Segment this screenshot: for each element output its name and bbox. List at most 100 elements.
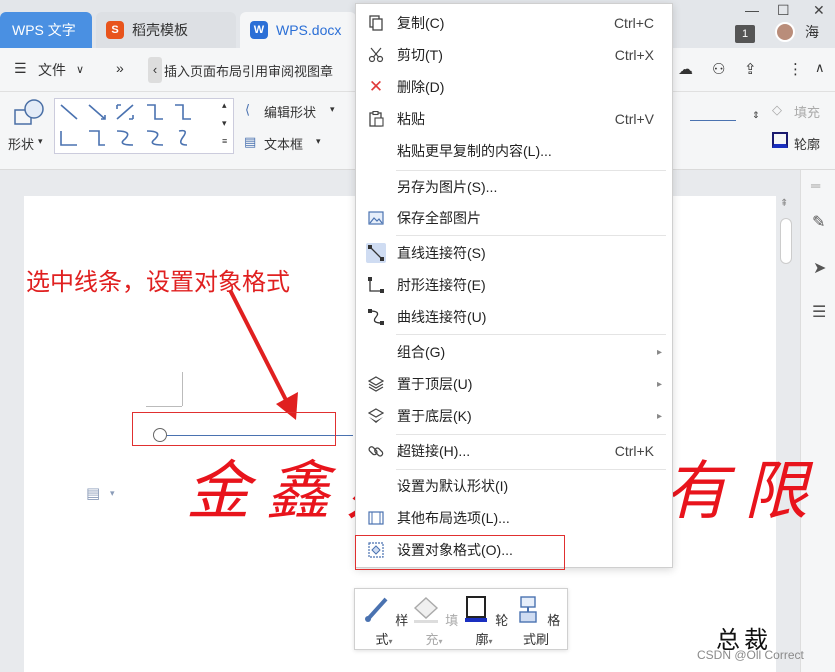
menu-item-save-all-images[interactable]: 保存全部图片 bbox=[356, 203, 672, 233]
outline-button[interactable]: 轮廓▾ bbox=[459, 593, 509, 647]
layout-icon bbox=[366, 508, 386, 528]
shape-label[interactable]: 形状 bbox=[8, 134, 34, 153]
tab-template[interactable]: S 稻壳模板 bbox=[96, 12, 236, 48]
format-painter-icon bbox=[518, 596, 537, 623]
copy-icon bbox=[366, 13, 386, 33]
shape-icon[interactable] bbox=[12, 98, 46, 128]
menu-item-cut[interactable]: 剪切(T) Ctrl+X bbox=[356, 40, 672, 70]
connector-shapes-icon bbox=[60, 104, 191, 146]
menu-divider bbox=[396, 469, 666, 470]
menu-item-label: 置于底层(K) bbox=[397, 408, 472, 424]
maximize-icon[interactable]: ☐ bbox=[777, 2, 790, 19]
menu-item-curve-connector[interactable]: 曲线连接符(U) bbox=[356, 302, 672, 332]
share-icon[interactable]: ⇪ bbox=[744, 60, 757, 78]
ribbon-tabs-text[interactable]: 插入页面布局引用审阅视图章 bbox=[164, 61, 333, 80]
menu-item-straight-connector[interactable]: 直线连接符(S) bbox=[356, 238, 672, 268]
line-style-preview[interactable] bbox=[690, 120, 736, 121]
gallery-expand-icon[interactable]: ≡ bbox=[222, 136, 227, 146]
edit-shape-dropdown-icon[interactable]: ▾ bbox=[330, 104, 335, 115]
settings-sliders-icon[interactable]: ☰ bbox=[812, 302, 826, 322]
fill-button[interactable]: 填充 bbox=[794, 102, 820, 121]
menu-item-send-to-back[interactable]: 置于底层(K) ▸ bbox=[356, 401, 672, 431]
file-menu[interactable]: 文件 bbox=[38, 60, 66, 80]
menu-divider bbox=[396, 334, 666, 335]
scroll-thumb[interactable] bbox=[780, 218, 792, 264]
line-style-dropdown-icon[interactable]: ⇕ bbox=[752, 110, 760, 121]
ribbon-tab-strip[interactable]: ‹ 插入页面布局引用审阅视图章 bbox=[148, 56, 333, 84]
menu-item-label: 剪切(T) bbox=[397, 47, 443, 63]
menu-item-bring-to-front[interactable]: 置于顶层(U) ▸ bbox=[356, 369, 672, 399]
fill-bucket-icon bbox=[413, 597, 438, 623]
edit-shape-button[interactable]: 编辑形状 bbox=[264, 102, 316, 121]
menu-item-label: 设置为默认形状(I) bbox=[397, 478, 509, 494]
straight-connector-icon bbox=[366, 243, 386, 263]
cloud-icon[interactable]: ☁ bbox=[678, 60, 693, 78]
bring-front-icon bbox=[366, 374, 386, 394]
tab-document[interactable]: W WPS.docx bbox=[240, 12, 356, 48]
panel-collapse-icon[interactable]: ═ bbox=[811, 178, 820, 193]
submenu-arrow-icon: ▸ bbox=[656, 378, 662, 390]
watermark: CSDN @Oll Correct bbox=[697, 648, 804, 662]
cursor-icon[interactable]: ➤ bbox=[813, 258, 826, 278]
menu-item-label: 其他布局选项(L)... bbox=[397, 510, 510, 526]
close-icon[interactable]: ✕ bbox=[813, 2, 825, 19]
cut-icon bbox=[366, 45, 386, 65]
menu-item-shortcut: Ctrl+K bbox=[614, 443, 654, 459]
menu-item-group[interactable]: 组合(G) ▸ bbox=[356, 337, 672, 367]
brush-style-icon bbox=[364, 597, 388, 622]
collapse-icon[interactable]: ∧ bbox=[815, 60, 825, 76]
paragraph-icon[interactable]: ▤ bbox=[86, 484, 100, 502]
textbox-dropdown-icon[interactable]: ▾ bbox=[316, 136, 321, 147]
add-user-icon[interactable]: ⚇ bbox=[712, 60, 725, 78]
menu-item-save-as-image[interactable]: 另存为图片(S)... bbox=[356, 172, 672, 202]
style-button[interactable]: 样式▾ bbox=[359, 593, 409, 647]
scroll-up-icon[interactable]: ⇞ bbox=[780, 198, 788, 209]
tab-wps-writer[interactable]: WPS 文字 bbox=[0, 12, 92, 48]
paste-icon bbox=[366, 109, 386, 129]
menu-item-elbow-connector[interactable]: 肘形连接符(E) bbox=[356, 270, 672, 300]
window-count-badge[interactable]: 1 bbox=[735, 25, 755, 43]
edit-shape-icon: ⟨ bbox=[245, 102, 251, 117]
more-vertical-icon[interactable]: ⋮ bbox=[788, 60, 803, 78]
format-painter-button[interactable]: 格式刷 bbox=[511, 593, 561, 647]
submenu-arrow-icon: ▸ bbox=[656, 346, 662, 358]
menu-item-delete[interactable]: ✕ 删除(D) bbox=[356, 72, 672, 102]
menu-item-set-default-shape[interactable]: 设置为默认形状(I) bbox=[356, 471, 672, 501]
more-icon[interactable]: » bbox=[116, 60, 124, 76]
menu-item-hyperlink[interactable]: 超链接(H)... Ctrl+K bbox=[356, 436, 672, 466]
send-back-icon bbox=[366, 406, 386, 426]
scroll-left-icon[interactable]: ‹ bbox=[148, 57, 162, 83]
paragraph-dropdown-icon[interactable]: ▾ bbox=[110, 488, 115, 499]
textbox-button[interactable]: 文本框 bbox=[264, 134, 303, 153]
menu-item-label: 保存全部图片 bbox=[397, 210, 481, 226]
shape-dropdown-icon[interactable]: ▾ bbox=[38, 136, 43, 147]
minimize-icon[interactable]: — bbox=[745, 2, 759, 18]
hamburger-icon[interactable]: ☰ bbox=[14, 60, 27, 77]
tab-label: WPS.docx bbox=[276, 22, 342, 38]
template-icon: S bbox=[106, 21, 124, 39]
menu-item-label: 组合(G) bbox=[397, 344, 446, 360]
connector-gallery[interactable] bbox=[54, 98, 234, 154]
menu-item-label: 曲线连接符(U) bbox=[397, 309, 487, 325]
avatar[interactable] bbox=[775, 22, 795, 42]
menu-item-paste-earlier[interactable]: 粘贴更早复制的内容(L)... bbox=[356, 136, 672, 166]
annotation-arrow-icon bbox=[228, 289, 298, 420]
menu-item-label: 复制(C) bbox=[397, 15, 445, 31]
menu-item-label: 粘贴 bbox=[397, 111, 425, 127]
menu-item-copy[interactable]: 复制(C) Ctrl+C bbox=[356, 8, 672, 38]
menu-item-paste[interactable]: 粘贴 Ctrl+V bbox=[356, 104, 672, 134]
fill-button[interactable]: 填充▾ bbox=[409, 593, 459, 647]
user-name[interactable]: 海 bbox=[805, 22, 819, 42]
gallery-down-icon[interactable]: ▾ bbox=[222, 118, 227, 129]
pen-icon[interactable]: ✎ bbox=[812, 212, 825, 232]
menu-item-label: 删除(D) bbox=[397, 79, 445, 95]
menu-item-other-layout-options[interactable]: 其他布局选项(L)... bbox=[356, 503, 672, 533]
outline-button[interactable]: 轮廓 bbox=[794, 134, 820, 153]
chevron-down-icon[interactable]: ∨ bbox=[76, 63, 84, 76]
menu-item-shortcut: Ctrl+C bbox=[613, 15, 654, 31]
curve-connector-icon bbox=[366, 307, 386, 327]
menu-item-label: 粘贴更早复制的内容(L)... bbox=[397, 143, 552, 159]
vertical-scrollbar[interactable]: ⇞ bbox=[778, 196, 796, 672]
fill-icon: ◇ bbox=[772, 102, 782, 117]
gallery-up-icon[interactable]: ▴ bbox=[222, 100, 227, 111]
